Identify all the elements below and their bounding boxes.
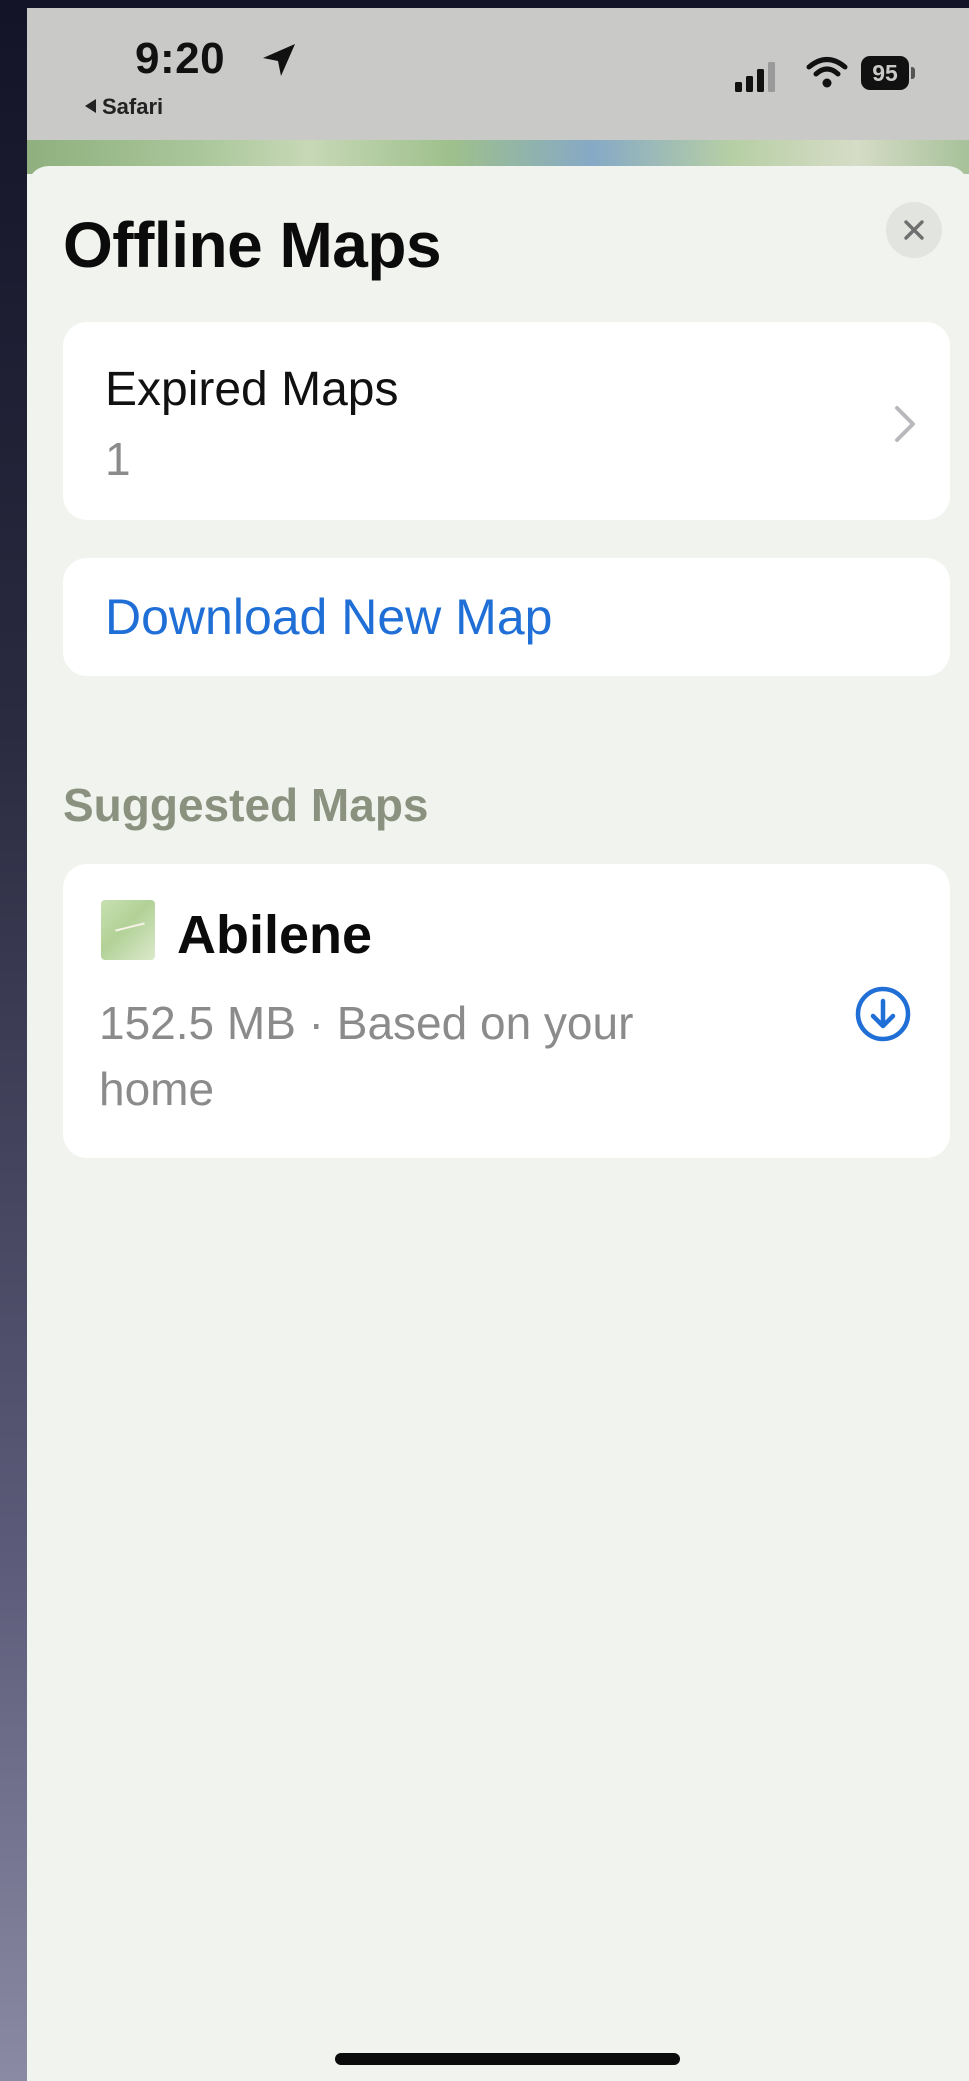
location-arrow-icon bbox=[263, 44, 295, 76]
page-title: Offline Maps bbox=[63, 209, 442, 281]
expired-maps-count: 1 bbox=[105, 433, 131, 485]
expired-maps-label: Expired Maps bbox=[105, 363, 399, 416]
download-circle-icon[interactable] bbox=[853, 984, 913, 1044]
back-app-label: Safari bbox=[102, 94, 164, 119]
close-icon bbox=[904, 220, 924, 240]
status-bar: 9:20 Safari 95 bbox=[27, 8, 969, 140]
suggested-map-detail: 152.5 MB · Based on your home bbox=[99, 997, 634, 1115]
expired-maps-row[interactable]: Expired Maps 1 bbox=[63, 322, 950, 520]
download-new-map-row[interactable]: Download New Map bbox=[63, 558, 950, 676]
battery-cap bbox=[911, 67, 915, 79]
battery-icon: 95 bbox=[861, 56, 915, 90]
status-time: 9:20 bbox=[135, 34, 226, 83]
cellular-signal-icon bbox=[735, 62, 775, 92]
suggested-map-item[interactable]: Abilene 152.5 MB · Based on your home bbox=[63, 864, 950, 1158]
map-thumbnail-icon bbox=[101, 900, 155, 960]
suggested-map-name: Abilene bbox=[177, 905, 373, 965]
chevron-right-icon bbox=[895, 406, 915, 442]
wifi-icon bbox=[806, 57, 848, 88]
close-button[interactable] bbox=[886, 202, 942, 258]
back-triangle-icon bbox=[85, 99, 96, 113]
download-new-map-link[interactable]: Download New Map bbox=[105, 588, 552, 646]
suggested-maps-header: Suggested Maps bbox=[63, 779, 429, 831]
back-to-safari-link[interactable]: Safari bbox=[85, 94, 163, 120]
battery-level: 95 bbox=[861, 56, 909, 90]
phone-screen: 9:20 Safari 95 Offline Maps Expired Maps… bbox=[27, 8, 969, 2081]
home-indicator[interactable] bbox=[335, 2053, 680, 2065]
offline-maps-sheet: Offline Maps Expired Maps 1 Download New… bbox=[27, 166, 969, 2081]
